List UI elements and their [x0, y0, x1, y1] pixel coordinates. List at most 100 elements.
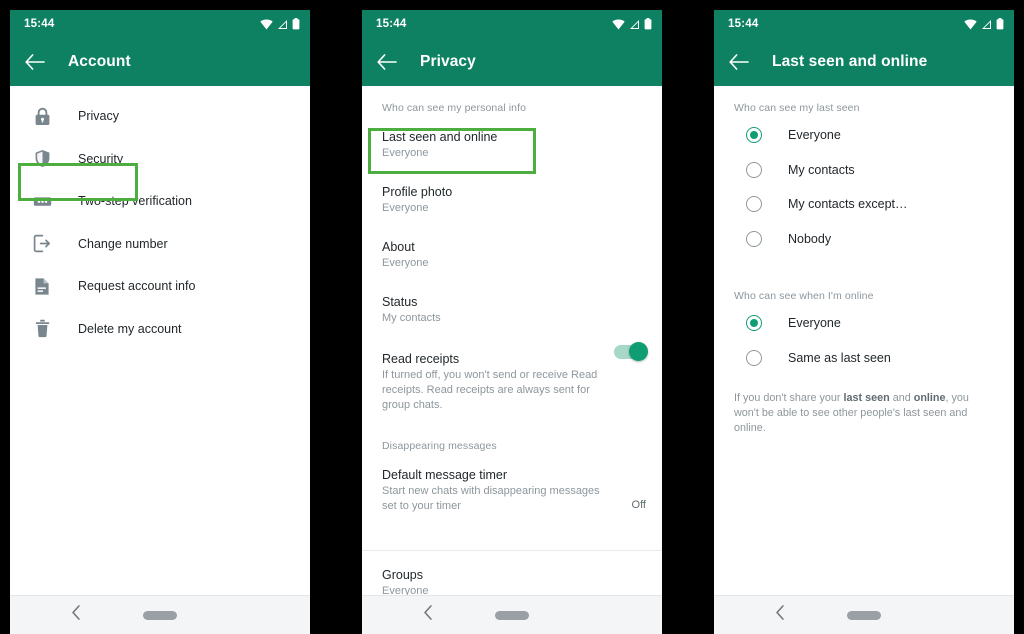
radio-button[interactable]: [746, 196, 762, 213]
arrow-left-icon[interactable]: [24, 51, 46, 73]
phone-screen-privacy: 15:44 Privacy Who can see my personal in…: [362, 10, 662, 634]
battery-icon: [644, 18, 652, 30]
pref-default-message-timer[interactable]: Default message timer Start new chats wi…: [362, 460, 662, 521]
signal-icon: [981, 19, 992, 30]
radio-button[interactable]: [746, 230, 762, 247]
status-bar-clock: 15:44: [728, 18, 759, 30]
pref-subtitle: Everyone: [382, 257, 429, 269]
radio-option-my-contacts-except-last-seen[interactable]: My contacts except…: [714, 187, 1014, 222]
wifi-icon: [964, 19, 977, 30]
radio-button[interactable]: [746, 127, 762, 144]
sidebar-item-privacy[interactable]: Privacy: [10, 95, 310, 138]
pref-subtitle: If turned off, you won't send or receive…: [382, 369, 598, 411]
pref-title: Profile photo: [382, 185, 453, 199]
account-settings-list: Privacy Security Two-step verification C…: [10, 86, 310, 350]
document-icon: [30, 274, 54, 298]
system-nav-bar: [10, 595, 310, 634]
pref-groups[interactable]: Groups Everyone: [362, 551, 662, 595]
read-receipts-toggle[interactable]: [614, 342, 648, 361]
app-bar-last-seen: Last seen and online: [714, 38, 1014, 86]
sidebar-item-label: Privacy: [78, 109, 119, 124]
status-bar-clock: 15:44: [24, 18, 55, 30]
pref-title: Groups: [382, 568, 423, 582]
sidebar-item-change-number[interactable]: Change number: [10, 223, 310, 266]
note-part-online: online: [913, 392, 946, 404]
pref-read-receipts[interactable]: Read receipts If turned off, you won't s…: [362, 333, 662, 420]
pref-title: About: [382, 240, 415, 254]
status-bar: 15:44: [714, 10, 1014, 38]
pref-subtitle: Start new chats with disappearing messag…: [382, 485, 600, 512]
pref-subtitle: Everyone: [382, 202, 429, 214]
pref-title: Status: [382, 295, 418, 309]
home-pill[interactable]: [495, 610, 529, 620]
app-bar-account: Account: [10, 38, 310, 86]
phone-screen-account: 15:44 Account Privacy Security Two-step …: [10, 10, 310, 634]
pref-title: Read receipts: [382, 352, 460, 366]
sidebar-item-label: Two-step verification: [78, 194, 192, 209]
last-seen-content: Who can see my last seen Everyone My con…: [714, 86, 1014, 595]
pin-dots-icon: [30, 189, 54, 213]
screenshot-stage: 15:44 Account Privacy Security Two-step …: [0, 0, 1024, 634]
chevron-left-icon[interactable]: [423, 605, 434, 626]
signal-icon: [277, 19, 288, 30]
radio-option-everyone-last-seen[interactable]: Everyone: [714, 118, 1014, 153]
sidebar-item-label: Security: [78, 151, 124, 166]
sidebar-item-security[interactable]: Security: [10, 138, 310, 181]
sidebar-item-two-step-verification[interactable]: Two-step verification: [10, 180, 310, 223]
arrow-left-icon[interactable]: [728, 51, 750, 73]
pref-profile-photo[interactable]: Profile photo Everyone: [362, 168, 662, 223]
privacy-content: Who can see my personal info Last seen a…: [362, 86, 662, 595]
pref-subtitle: Everyone: [382, 585, 429, 595]
sidebar-item-label: Change number: [78, 236, 168, 251]
toggle-knob: [629, 342, 648, 361]
status-bar-icons: [964, 18, 1004, 30]
radio-label: Nobody: [788, 231, 832, 246]
section-header-personal-info: Who can see my personal info: [382, 102, 527, 114]
sidebar-item-request-account-info[interactable]: Request account info: [10, 265, 310, 308]
status-bar: 15:44: [362, 10, 662, 38]
sidebar-item-delete-my-account[interactable]: Delete my account: [10, 308, 310, 351]
account-content: Privacy Security Two-step verification C…: [10, 86, 310, 595]
note-part-last-seen: last seen: [843, 392, 890, 404]
pref-subtitle: Everyone: [382, 147, 429, 159]
radio-button[interactable]: [746, 161, 762, 178]
arrow-left-icon[interactable]: [376, 51, 398, 73]
home-pill[interactable]: [847, 610, 881, 620]
pref-status[interactable]: Status My contacts: [362, 278, 662, 333]
sidebar-item-label: Request account info: [78, 279, 196, 294]
pref-last-seen-and-online[interactable]: Last seen and online Everyone: [362, 122, 662, 168]
last-seen-footer-note: If you don't share your last seen and on…: [714, 375, 1014, 436]
signal-icon: [629, 19, 640, 30]
status-bar-icons: [612, 18, 652, 30]
app-bar-privacy: Privacy: [362, 38, 662, 86]
radio-button[interactable]: [746, 349, 762, 366]
sidebar-item-label: Delete my account: [78, 321, 182, 336]
radio-label: Same as last seen: [788, 350, 891, 365]
radio-option-my-contacts-last-seen[interactable]: My contacts: [714, 153, 1014, 188]
radio-label: Everyone: [788, 316, 841, 331]
phone-screen-last-seen-and-online: 15:44 Last seen and online Who can see m…: [714, 10, 1014, 634]
chevron-left-icon[interactable]: [71, 605, 82, 626]
radio-button[interactable]: [746, 315, 762, 332]
page-title: Account: [68, 53, 131, 70]
pref-title: Last seen and online: [382, 130, 498, 144]
radio-label: My contacts: [788, 162, 855, 177]
change-number-icon: [30, 232, 54, 256]
chevron-left-icon[interactable]: [775, 605, 786, 626]
radio-option-same-as-last-seen-online[interactable]: Same as last seen: [714, 341, 1014, 376]
section-header-who-can-see-last-seen: Who can see my last seen: [734, 102, 860, 114]
note-part-c: and: [889, 392, 914, 404]
section-header-who-can-see-online: Who can see when I'm online: [734, 290, 874, 302]
pref-about[interactable]: About Everyone: [362, 223, 662, 278]
section-header-disappearing-messages: Disappearing messages: [382, 440, 497, 452]
radio-option-nobody-last-seen[interactable]: Nobody: [714, 222, 1014, 257]
home-pill[interactable]: [143, 610, 177, 620]
note-part-a: If you don't share your: [734, 392, 844, 404]
page-title: Last seen and online: [772, 53, 928, 70]
wifi-icon: [260, 19, 273, 30]
shield-icon: [30, 147, 54, 171]
radio-option-everyone-online[interactable]: Everyone: [714, 306, 1014, 341]
battery-icon: [292, 18, 300, 30]
